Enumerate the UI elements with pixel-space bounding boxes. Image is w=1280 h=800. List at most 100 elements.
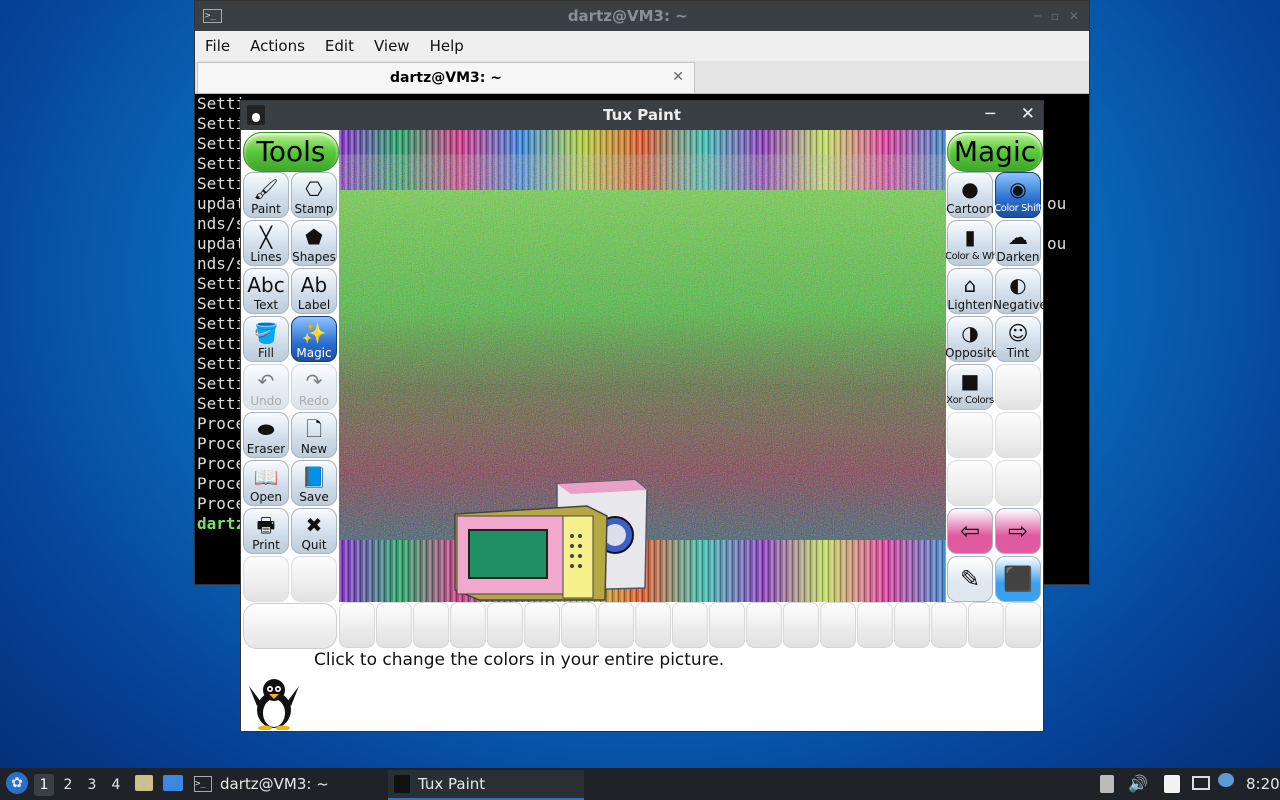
tuxpaint-titlebar[interactable]: Tux Paint ─ ✕: [241, 101, 1043, 130]
color-swatch[interactable]: [709, 602, 745, 648]
color-swatch[interactable]: [820, 602, 856, 648]
color-swatch[interactable]: [598, 602, 634, 648]
color-swatch[interactable]: [968, 602, 1004, 648]
tool-label[interactable]: Ab Label: [291, 268, 337, 314]
workspace-2[interactable]: 2: [58, 774, 78, 796]
battery-icon[interactable]: [1100, 775, 1114, 793]
close-icon[interactable]: ✕: [1021, 104, 1035, 124]
printer-icon: 🖶: [256, 513, 276, 537]
minimize-icon[interactable]: ─: [1034, 9, 1041, 23]
color-info-button[interactable]: [243, 603, 337, 649]
volume-icon[interactable]: 🔊: [1128, 768, 1148, 800]
tool-xor-colors[interactable]: ■ Xor Colors: [946, 364, 994, 410]
tool-text[interactable]: Abc Text: [243, 268, 289, 314]
tuxpaint-task-icon: [394, 775, 410, 793]
magic-fullscreen-mode-button[interactable]: ⬛: [995, 556, 1041, 602]
color-swatch[interactable]: [1005, 602, 1041, 648]
terminal-line-fragment: ou: [1047, 234, 1067, 253]
tool-darken[interactable]: ☁ Darken: [995, 220, 1041, 266]
color-swatch[interactable]: [672, 602, 708, 648]
menu-help[interactable]: Help: [420, 37, 474, 55]
tool-quit[interactable]: ✖ Quit: [291, 508, 337, 554]
tool-lines[interactable]: ╳ Lines: [243, 220, 289, 266]
tool-new[interactable]: 🗋 New: [291, 412, 337, 458]
terminal-task-icon: >_: [194, 776, 212, 792]
tool-tint[interactable]: ☺ Tint: [995, 316, 1041, 362]
color-swatch[interactable]: [561, 602, 597, 648]
file-manager-icon[interactable]: [135, 775, 153, 791]
tool-color-white[interactable]: ▮ Color & White: [945, 220, 1010, 266]
tool-label: Quit: [301, 538, 327, 552]
clipboard-icon[interactable]: [1164, 775, 1180, 793]
tool-undo: ↶ Undo: [243, 364, 289, 410]
tool-negative[interactable]: ◐ Negative: [993, 268, 1047, 314]
color-swatch[interactable]: [783, 602, 819, 648]
fill-bucket-icon: 🪣: [253, 321, 279, 345]
tool-label: Undo: [250, 394, 282, 408]
tool-magic[interactable]: ✨ Magic: [291, 316, 337, 362]
color-swatch[interactable]: [635, 602, 671, 648]
tool-lighten[interactable]: ⌂ Lighten: [947, 268, 993, 314]
notification-icon[interactable]: [1218, 773, 1234, 787]
color-swatch[interactable]: [339, 602, 375, 648]
color-swatch[interactable]: [857, 602, 893, 648]
task-tuxpaint-label: Tux Paint: [418, 775, 486, 793]
terminal-tab[interactable]: dartz@VM3: ~ ✕: [197, 62, 695, 93]
color-swatch[interactable]: [376, 602, 412, 648]
tool-open[interactable]: 📖 Open: [243, 460, 289, 506]
tool-cartoon[interactable]: ● Cartoon: [946, 172, 994, 218]
clock[interactable]: 8:20: [1246, 768, 1280, 800]
tool-label: Magic: [296, 346, 332, 360]
magic-paint-mode-button[interactable]: ✎: [947, 556, 993, 602]
tool-eraser[interactable]: ⬬ Eraser: [243, 412, 289, 458]
drawing-canvas[interactable]: [339, 130, 946, 602]
tuxpaint-title: Tux Paint: [603, 106, 681, 124]
lines-icon: ╳: [259, 225, 273, 249]
terminal-titlebar[interactable]: >_ dartz@VM3: ~ ─ ▫ ✕: [195, 1, 1089, 31]
magic-header: Magic: [947, 132, 1043, 172]
tool-print[interactable]: 🖶 Print: [243, 508, 289, 554]
tool-save[interactable]: 📘 Save: [291, 460, 337, 506]
terminal-tab-label: dartz@VM3: ~: [390, 70, 502, 86]
maximize-icon[interactable]: ▫: [1051, 9, 1059, 23]
tool-shapes[interactable]: ⬟ Shapes: [291, 220, 337, 266]
color-swatch[interactable]: [450, 602, 486, 648]
menu-actions[interactable]: Actions: [240, 37, 315, 55]
menu-view[interactable]: View: [364, 37, 420, 55]
terminal-title: dartz@VM3: ~: [567, 7, 688, 25]
network-icon[interactable]: [1192, 776, 1210, 790]
menu-file[interactable]: File: [195, 37, 240, 55]
color-swatch[interactable]: [746, 602, 782, 648]
workspace-4[interactable]: 4: [106, 774, 126, 796]
color-swatch[interactable]: [413, 602, 449, 648]
workspace-3[interactable]: 3: [82, 774, 102, 796]
task-tuxpaint[interactable]: Tux Paint: [388, 770, 584, 800]
color-swatch[interactable]: [487, 602, 523, 648]
tool-label: Lines: [250, 250, 282, 264]
tool-paint[interactable]: 🖌 Paint: [243, 172, 289, 218]
color-swatch[interactable]: [931, 602, 967, 648]
color-swatch[interactable]: [524, 602, 560, 648]
color-swatch[interactable]: [894, 602, 930, 648]
minimize-icon[interactable]: ─: [985, 104, 995, 123]
close-icon[interactable]: ✕: [1069, 9, 1079, 23]
tool-fill[interactable]: 🪣 Fill: [243, 316, 289, 362]
darken-icon: ☁: [1008, 225, 1028, 249]
tool-stamp[interactable]: ⎔ Stamp: [291, 172, 337, 218]
tool-color-shift[interactable]: ◉ Color Shift: [994, 172, 1042, 218]
redo-icon: ↷: [305, 369, 323, 393]
menu-edit[interactable]: Edit: [315, 37, 364, 55]
tool-opposite[interactable]: ◑ Opposite: [945, 316, 999, 362]
prev-page-button[interactable]: ⇦: [947, 508, 993, 554]
start-menu-icon[interactable]: ✿: [6, 772, 28, 794]
tool-label: Open: [249, 490, 283, 504]
workspace-1[interactable]: 1: [34, 774, 54, 796]
open-book-icon: 📖: [253, 465, 279, 489]
tab-close-icon[interactable]: ✕: [672, 69, 684, 85]
tool-label: Color Shift: [994, 203, 1042, 214]
task-terminal[interactable]: >_ dartz@VM3: ~: [190, 770, 378, 798]
next-page-icon: ⇨: [1007, 517, 1029, 545]
show-desktop-icon[interactable]: [163, 775, 183, 791]
next-page-button[interactable]: ⇨: [995, 508, 1041, 554]
magic-paint-mode-icon: ✎: [959, 565, 981, 593]
